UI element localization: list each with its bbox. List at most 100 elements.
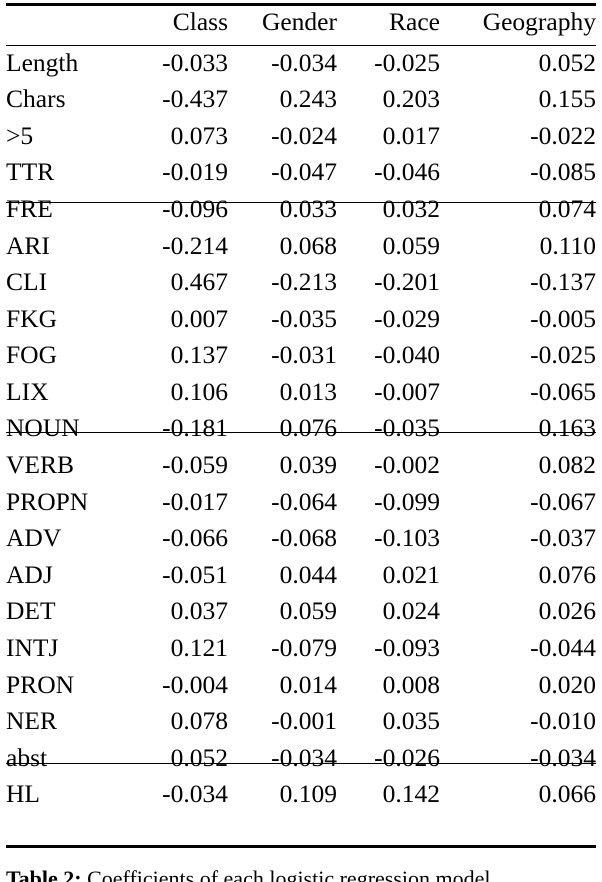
cell-class: 0.106: [170, 376, 228, 406]
cell-geography: -0.085: [530, 157, 596, 187]
cell-race: 0.008: [382, 669, 440, 699]
cell-geography: -0.037: [530, 523, 596, 553]
row-label: TTR: [6, 157, 55, 187]
table-corner-cell: [6, 0, 146, 44]
table-row: Chars -0.437 0.243 0.203 0.155: [6, 81, 596, 118]
column-header-geography: Geography: [482, 7, 596, 37]
table-header-rule: [6, 45, 596, 46]
cell-class: 0.073: [170, 120, 228, 150]
cell-race: -0.201: [374, 267, 440, 297]
column-header-gender: Gender: [261, 7, 337, 37]
table-row: VERB -0.059 0.039 -0.002 0.082: [6, 447, 596, 484]
cell-geography: -0.137: [530, 267, 596, 297]
table-body: Length -0.033 -0.034 -0.025 0.052 Chars -0.437…: [6, 44, 596, 812]
cell-race: 0.021: [382, 559, 440, 589]
cell-race: 0.024: [382, 596, 440, 626]
cell-gender: 0.033: [279, 193, 337, 223]
row-label: PROPN: [6, 486, 89, 516]
cell-race: -0.040: [374, 340, 440, 370]
row-label: VERB: [6, 450, 75, 480]
cell-geography: -0.022: [530, 120, 596, 150]
row-label: ADV: [6, 523, 62, 553]
row-label: NER: [6, 706, 57, 736]
table-block-rule-1: [6, 202, 596, 203]
cell-class: 0.078: [170, 706, 228, 736]
cell-geography: 0.163: [538, 413, 596, 443]
cell-gender: -0.024: [271, 120, 337, 150]
cell-race: 0.059: [382, 230, 440, 260]
table-row: PRON -0.004 0.014 0.008 0.020: [6, 666, 596, 703]
cell-race: -0.026: [374, 742, 440, 772]
cell-class: -0.034: [162, 779, 228, 809]
table-bottom-rule: [6, 845, 596, 848]
cell-gender: 0.243: [279, 84, 337, 114]
row-label: CLI: [6, 267, 48, 297]
table-header: Class Gender Race Geography: [6, 0, 596, 44]
cell-class: -0.437: [162, 84, 228, 114]
cell-class: 0.052: [170, 742, 228, 772]
table-row: FOG 0.137 -0.031 -0.040 -0.025: [6, 337, 596, 374]
cell-race: -0.099: [374, 486, 440, 516]
table-header-row: Class Gender Race Geography: [6, 0, 596, 44]
row-label: ADJ: [6, 559, 53, 589]
cell-geography: 0.052: [538, 47, 596, 77]
row-label: >5: [6, 120, 34, 150]
table-row: ARI -0.214 0.068 0.059 0.110: [6, 227, 596, 264]
cell-class: -0.051: [162, 559, 228, 589]
cell-class: 0.007: [170, 303, 228, 333]
cell-geography: 0.066: [538, 779, 596, 809]
cell-geography: 0.082: [538, 450, 596, 480]
column-header-race: Race: [389, 7, 440, 37]
cell-gender: -0.079: [271, 633, 337, 663]
row-label: NOUN: [6, 413, 80, 443]
cell-race: -0.093: [374, 633, 440, 663]
cell-class: -0.004: [162, 669, 228, 699]
column-header-class: Class: [172, 7, 228, 37]
table-row: >5 0.073 -0.024 0.017 -0.022: [6, 117, 596, 154]
table-block-rule-3: [6, 763, 596, 764]
cell-race: -0.007: [374, 376, 440, 406]
row-label: FRE: [6, 193, 53, 223]
table-row: LIX 0.106 0.013 -0.007 -0.065: [6, 373, 596, 410]
cell-race: -0.029: [374, 303, 440, 333]
cell-gender: -0.031: [271, 340, 337, 370]
cell-geography: -0.025: [530, 340, 596, 370]
table-row: NER 0.078 -0.001 0.035 -0.010: [6, 703, 596, 740]
cell-gender: 0.109: [279, 779, 337, 809]
row-label: FOG: [6, 340, 58, 370]
table-row: FRE -0.096 0.033 0.032 0.074: [6, 190, 596, 227]
cell-geography: 0.076: [538, 559, 596, 589]
table-row: DET 0.037 0.059 0.024 0.026: [6, 593, 596, 630]
cell-gender: -0.034: [271, 742, 337, 772]
cell-race: -0.035: [374, 413, 440, 443]
cell-gender: -0.034: [271, 47, 337, 77]
table-row: ADV -0.066 -0.068 -0.103 -0.037: [6, 520, 596, 557]
row-label: PRON: [6, 669, 75, 699]
cell-gender: 0.044: [279, 559, 337, 589]
cell-gender: 0.076: [279, 413, 337, 443]
cell-gender: 0.013: [279, 376, 337, 406]
cell-class: -0.017: [162, 486, 228, 516]
cell-geography: 0.074: [538, 193, 596, 223]
table-row: NOUN -0.181 0.076 -0.035 0.163: [6, 410, 596, 447]
cell-class: -0.181: [162, 413, 228, 443]
row-label: FKG: [6, 303, 58, 333]
row-label: INTJ: [6, 633, 59, 663]
cell-race: -0.025: [374, 47, 440, 77]
cell-class: -0.019: [162, 157, 228, 187]
cell-class: -0.033: [162, 47, 228, 77]
cell-gender: 0.039: [279, 450, 337, 480]
caption-number: Table 2:: [6, 866, 82, 882]
cell-geography: 0.155: [538, 84, 596, 114]
cell-class: 0.137: [170, 340, 228, 370]
caption-text: Coefficients of each logistic regression…: [87, 866, 497, 882]
cell-race: -0.046: [374, 157, 440, 187]
row-label: LIX: [6, 376, 49, 406]
row-label: Length: [6, 47, 79, 77]
row-label: ARI: [6, 230, 50, 260]
coefficients-table: Class Gender Race Geography Length -0.033…: [6, 0, 596, 812]
cell-gender: -0.213: [271, 267, 337, 297]
cell-geography: -0.065: [530, 376, 596, 406]
cell-geography: -0.034: [530, 742, 596, 772]
cell-class: -0.059: [162, 450, 228, 480]
